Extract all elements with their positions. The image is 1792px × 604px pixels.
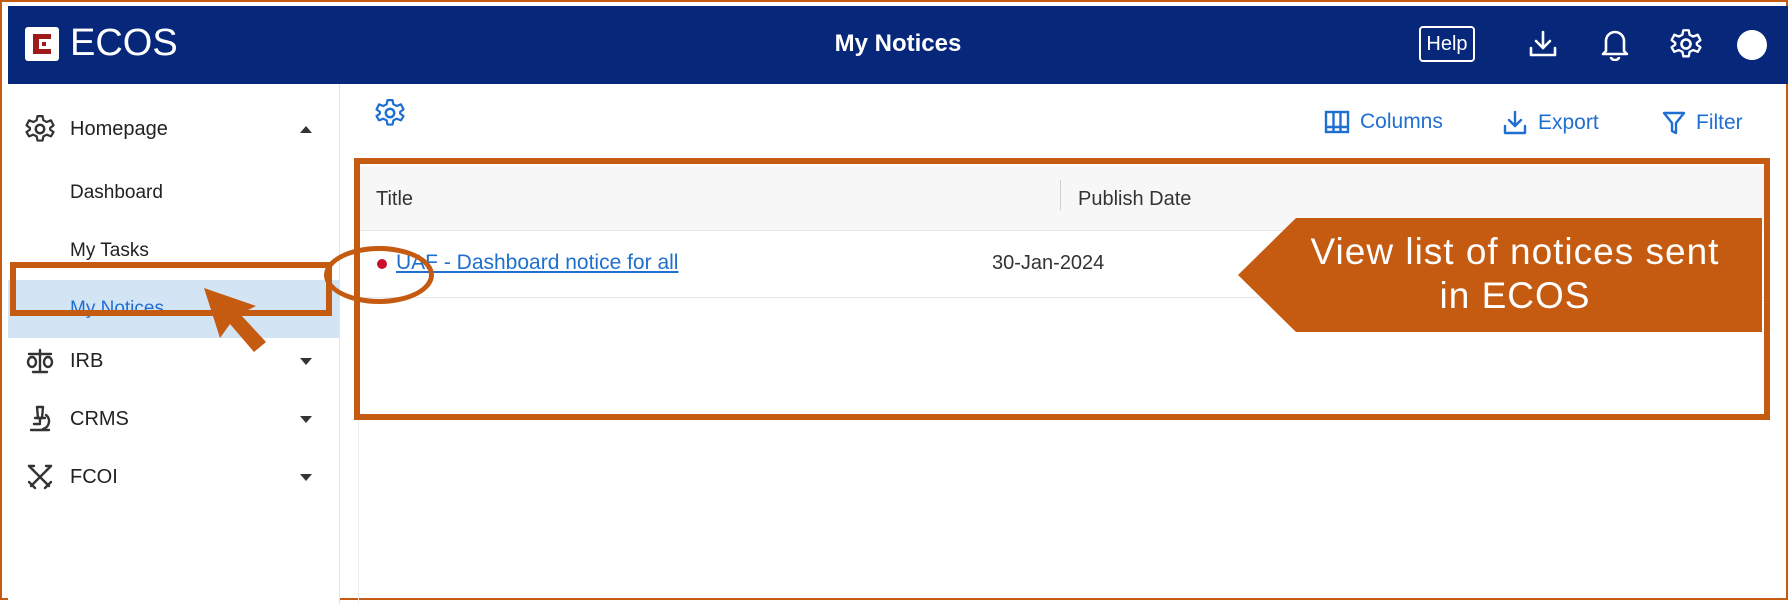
top-app-bar: ECOS My Notices Help — [8, 6, 1788, 84]
sidebar-item-label: Homepage — [70, 117, 168, 140]
filter-button[interactable]: Filter — [1662, 110, 1743, 136]
scales-icon — [24, 345, 56, 377]
table-settings-icon[interactable] — [375, 98, 405, 133]
crossed-swords-icon — [24, 461, 56, 493]
gear-icon — [24, 113, 56, 145]
chevron-down-icon — [300, 415, 312, 423]
settings-icon[interactable] — [1666, 24, 1706, 64]
sidebar-item-label: Dashboard — [70, 182, 163, 203]
sidebar: Homepage Dashboard My Tasks My Notices I… — [8, 84, 340, 604]
export-icon — [1503, 110, 1527, 135]
chevron-up-icon — [300, 125, 312, 133]
pointer-arrow-icon — [204, 288, 266, 352]
export-button[interactable]: Export — [1502, 110, 1599, 136]
my-notices-highlight — [10, 262, 332, 316]
help-button[interactable]: Help — [1419, 26, 1475, 62]
unread-indicator-highlight — [324, 246, 434, 304]
columns-label: Columns — [1360, 110, 1443, 133]
microscope-icon — [24, 403, 56, 435]
columns-icon — [1324, 110, 1350, 134]
sidebar-item-label: IRB — [70, 349, 104, 372]
callout-text: View list of notices sent in ECOS — [1310, 231, 1720, 316]
bell-icon[interactable] — [1595, 24, 1635, 64]
sidebar-item-label: CRMS — [70, 407, 129, 430]
filter-label: Filter — [1696, 111, 1743, 134]
sidebar-item-fcoi[interactable]: FCOI — [8, 452, 339, 502]
sidebar-item-label: My Tasks — [70, 240, 149, 261]
page-title: My Notices — [834, 30, 962, 57]
chevron-down-icon — [300, 357, 312, 365]
sidebar-item-crms[interactable]: CRMS — [8, 394, 339, 444]
sidebar-item-label: FCOI — [70, 465, 118, 488]
user-avatar[interactable] — [1737, 30, 1767, 60]
chevron-down-icon — [300, 473, 312, 481]
download-icon[interactable] — [1523, 24, 1563, 64]
filter-icon — [1662, 111, 1686, 135]
export-label: Export — [1538, 111, 1599, 134]
sidebar-item-irb[interactable]: IRB — [8, 336, 339, 386]
sidebar-item-dashboard[interactable]: Dashboard — [8, 164, 339, 222]
sidebar-item-homepage[interactable]: Homepage — [8, 104, 339, 154]
columns-button[interactable]: Columns — [1324, 110, 1443, 134]
